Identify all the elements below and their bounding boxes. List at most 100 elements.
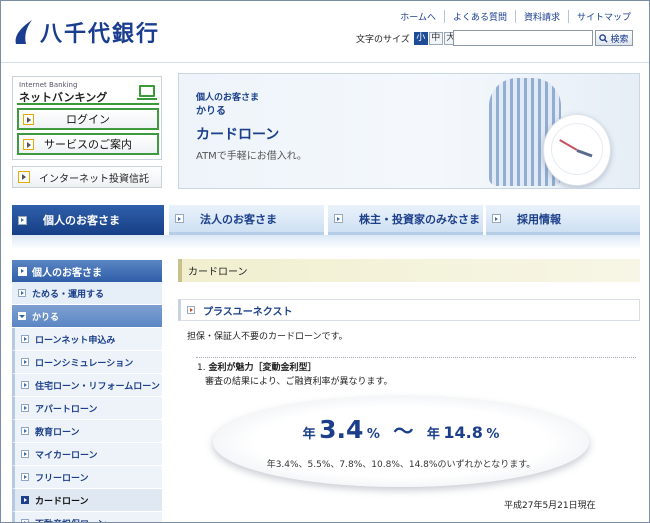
computer-icon xyxy=(137,85,157,100)
arrow-icon xyxy=(18,289,26,297)
tab-recruit[interactable]: 採用情報 xyxy=(486,205,640,235)
sidebar-item[interactable]: かりる xyxy=(12,305,162,328)
page-title-text: カードローン xyxy=(188,267,248,278)
search-button[interactable]: 検索 xyxy=(595,30,633,46)
section-heading-text: プラスユーネクスト xyxy=(203,306,293,318)
arrow-icon xyxy=(18,312,26,320)
sidebar-item-label: 不動産担保ローン xyxy=(35,517,107,523)
nav-shadow xyxy=(12,235,640,249)
bank-logo-icon xyxy=(15,20,33,44)
link-brochure[interactable]: 資料請求 xyxy=(514,10,568,23)
link-sitemap[interactable]: サイトマップ xyxy=(567,10,639,23)
sidebar-item[interactable]: ためる・運用する xyxy=(12,282,162,305)
sidebar-head[interactable]: 個人のお客さま xyxy=(12,260,162,282)
arrow-icon xyxy=(21,358,29,366)
divider xyxy=(196,357,636,358)
as-of-date: 平成27年5月21日現在 xyxy=(504,501,596,511)
rate-year-label: 年 xyxy=(426,427,440,442)
bank-name: 八千代銀行 xyxy=(40,22,161,47)
arrow-icon xyxy=(21,496,29,504)
font-size-label: 文字のサイズ xyxy=(356,35,410,45)
font-size-small-button[interactable]: 小 xyxy=(413,32,428,45)
tab-corporate-label: 法人のお客さま xyxy=(200,212,277,226)
link-home[interactable]: ホームへ xyxy=(392,10,444,23)
section-heading: プラスユーネクスト xyxy=(178,299,640,321)
search-icon xyxy=(599,33,609,43)
arrow-icon xyxy=(21,427,29,435)
arrow-icon xyxy=(21,450,29,458)
page-frame: 八千代銀行 ホームへ よくある質問 資料請求 サイトマップ 文字のサイズ 小 中… xyxy=(0,0,650,523)
clock-image xyxy=(543,114,611,186)
arrow-icon xyxy=(21,519,29,522)
clock-face xyxy=(551,123,603,175)
sidebar-head-label: 個人のお客さま xyxy=(32,267,102,279)
rate-low-value: 3.4 xyxy=(319,415,364,444)
sidebar-item[interactable]: マイカーローン xyxy=(12,443,162,466)
tab-personal[interactable]: 個人のお客さま xyxy=(12,205,164,235)
sidebar-item-label: フリーローン xyxy=(35,473,89,484)
arrow-icon xyxy=(18,266,27,276)
clock-hour-hand xyxy=(576,149,593,158)
arrow-icon xyxy=(23,114,34,125)
service-guide-button[interactable]: サービスのご案内 xyxy=(17,133,159,155)
sidebar-item[interactable]: ローンネット申込み xyxy=(12,328,162,351)
sidebar-item-label: カードローン xyxy=(35,496,89,507)
tab-investors[interactable]: 株主・投資家のみなさま xyxy=(328,205,483,235)
rate-high-value: 14.8 xyxy=(443,423,483,442)
ib-divider xyxy=(17,103,159,105)
service-guide-label: サービスのご案内 xyxy=(44,138,132,151)
tab-recruit-label: 採用情報 xyxy=(517,212,561,226)
feature-title: 金利が魅力［変動金利型］ xyxy=(208,363,317,373)
rate-year-label: 年 xyxy=(302,427,316,442)
login-button[interactable]: ログイン xyxy=(17,108,159,130)
sidebar-item-label: 住宅ローン・リフォームローン xyxy=(35,381,160,392)
sidebar-item[interactable]: ローンシミュレーション xyxy=(12,351,162,374)
sidebar-item-label: ローンネット申込み xyxy=(35,335,116,346)
sidebar-item[interactable]: 住宅ローン・リフォームローン xyxy=(12,374,162,397)
banner-category: かりる xyxy=(196,106,226,117)
feature-number: 1. xyxy=(197,363,206,373)
font-size-medium-button[interactable]: 中 xyxy=(428,32,443,45)
sidebar: 個人のお客さま ためる・運用する かりるローンネット申込みローンシミュレーション住… xyxy=(12,260,162,523)
arrow-icon xyxy=(492,214,501,223)
sidebar-items: ためる・運用する かりるローンネット申込みローンシミュレーション住宅ローン・リフォ… xyxy=(12,282,162,523)
arrow-icon xyxy=(21,404,29,412)
sidebar-item-label: かりる xyxy=(32,312,60,323)
arrow-icon xyxy=(18,171,30,183)
arrow-icon xyxy=(21,335,29,343)
interest-rate-panel: 年 3.4 % 〜 年 14.8 % 年3.4%、5.5%、7.8%、10.8%… xyxy=(213,397,589,487)
sidebar-item-label: 教育ローン xyxy=(35,427,80,438)
search-button-label: 検索 xyxy=(610,34,629,45)
sidebar-item[interactable]: フリーローン xyxy=(12,466,162,489)
search-input[interactable] xyxy=(453,30,593,46)
arrow-icon xyxy=(21,473,29,481)
rate-percent-sign: % xyxy=(366,427,380,442)
site-header: 八千代銀行 ホームへ よくある質問 資料請求 サイトマップ 文字のサイズ 小 中… xyxy=(1,1,649,63)
banner-title: カードローン xyxy=(196,127,280,143)
sidebar-item-label: アパートローン xyxy=(35,404,98,415)
arrow-icon xyxy=(334,214,343,223)
tab-investors-label: 株主・投資家のみなさま xyxy=(359,212,480,226)
internet-investment-trust-button[interactable]: インターネット投資信託 xyxy=(12,166,162,188)
arrow-icon xyxy=(18,215,27,225)
sidebar-item[interactable]: 教育ローン xyxy=(12,420,162,443)
sidebar-item[interactable]: 不動産担保ローン xyxy=(12,512,162,523)
page-title: カードローン xyxy=(178,259,640,282)
arrow-icon xyxy=(23,139,34,150)
sidebar-item[interactable]: アパートローン xyxy=(12,397,162,420)
sidebar-item-label: マイカーローン xyxy=(35,450,98,461)
feature-description: 審査の結果により、ご融資利率が異なります。 xyxy=(205,377,393,387)
login-button-label: ログイン xyxy=(66,113,110,126)
sidebar-item[interactable]: カードローン xyxy=(12,489,162,512)
global-nav: 個人のお客さま 法人のお客さま 株主・投資家のみなさま 採用情報 xyxy=(12,205,640,235)
bank-logo[interactable]: 八千代銀行 xyxy=(12,16,160,48)
top-links: ホームへ よくある質問 資料請求 サイトマップ xyxy=(392,10,639,23)
clock-minute-hand xyxy=(559,139,578,151)
link-faq[interactable]: よくある質問 xyxy=(443,10,515,23)
card-loan-banner: 個人のお客さま かりる カードローン ATMで手軽にお借入れ。 xyxy=(178,73,640,189)
arrow-icon xyxy=(175,214,184,223)
product-lead: 担保・保証人不要のカードローンです。 xyxy=(187,332,348,342)
sidebar-item-label: ためる・運用する xyxy=(32,289,105,300)
tab-corporate[interactable]: 法人のお客さま xyxy=(169,205,324,235)
feature-point: 1. 金利が魅力［変動金利型］ xyxy=(197,360,316,373)
